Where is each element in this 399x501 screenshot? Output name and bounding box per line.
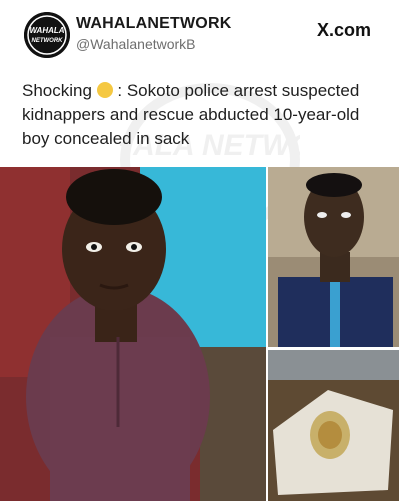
platform-label: X.com (316, 20, 371, 40)
account-avatar[interactable]: WAHALA NETWORK (24, 12, 70, 58)
tweet-text: Shocking : Sokoto police arrest suspecte… (22, 79, 382, 151)
avatar-logo-icon: WAHALA NETWORK (24, 12, 70, 58)
photo-suspect[interactable] (268, 167, 399, 347)
account-name[interactable]: WAHALANETWORK (76, 15, 231, 33)
tweet-text-start: Shocking (22, 81, 92, 100)
post-header: WAHALA NETWORK WAHALANETWORK @Wahalanetw… (0, 0, 399, 70)
photo-boy[interactable] (0, 167, 266, 501)
flushed-face-emoji-icon (96, 82, 113, 98)
photo-sack[interactable] (268, 350, 399, 501)
avatar-text-line2: NETWORK (32, 38, 64, 44)
avatar-text-line1: WAHALA (29, 26, 64, 35)
account-handle[interactable]: @WahalanetworkB (76, 36, 196, 52)
